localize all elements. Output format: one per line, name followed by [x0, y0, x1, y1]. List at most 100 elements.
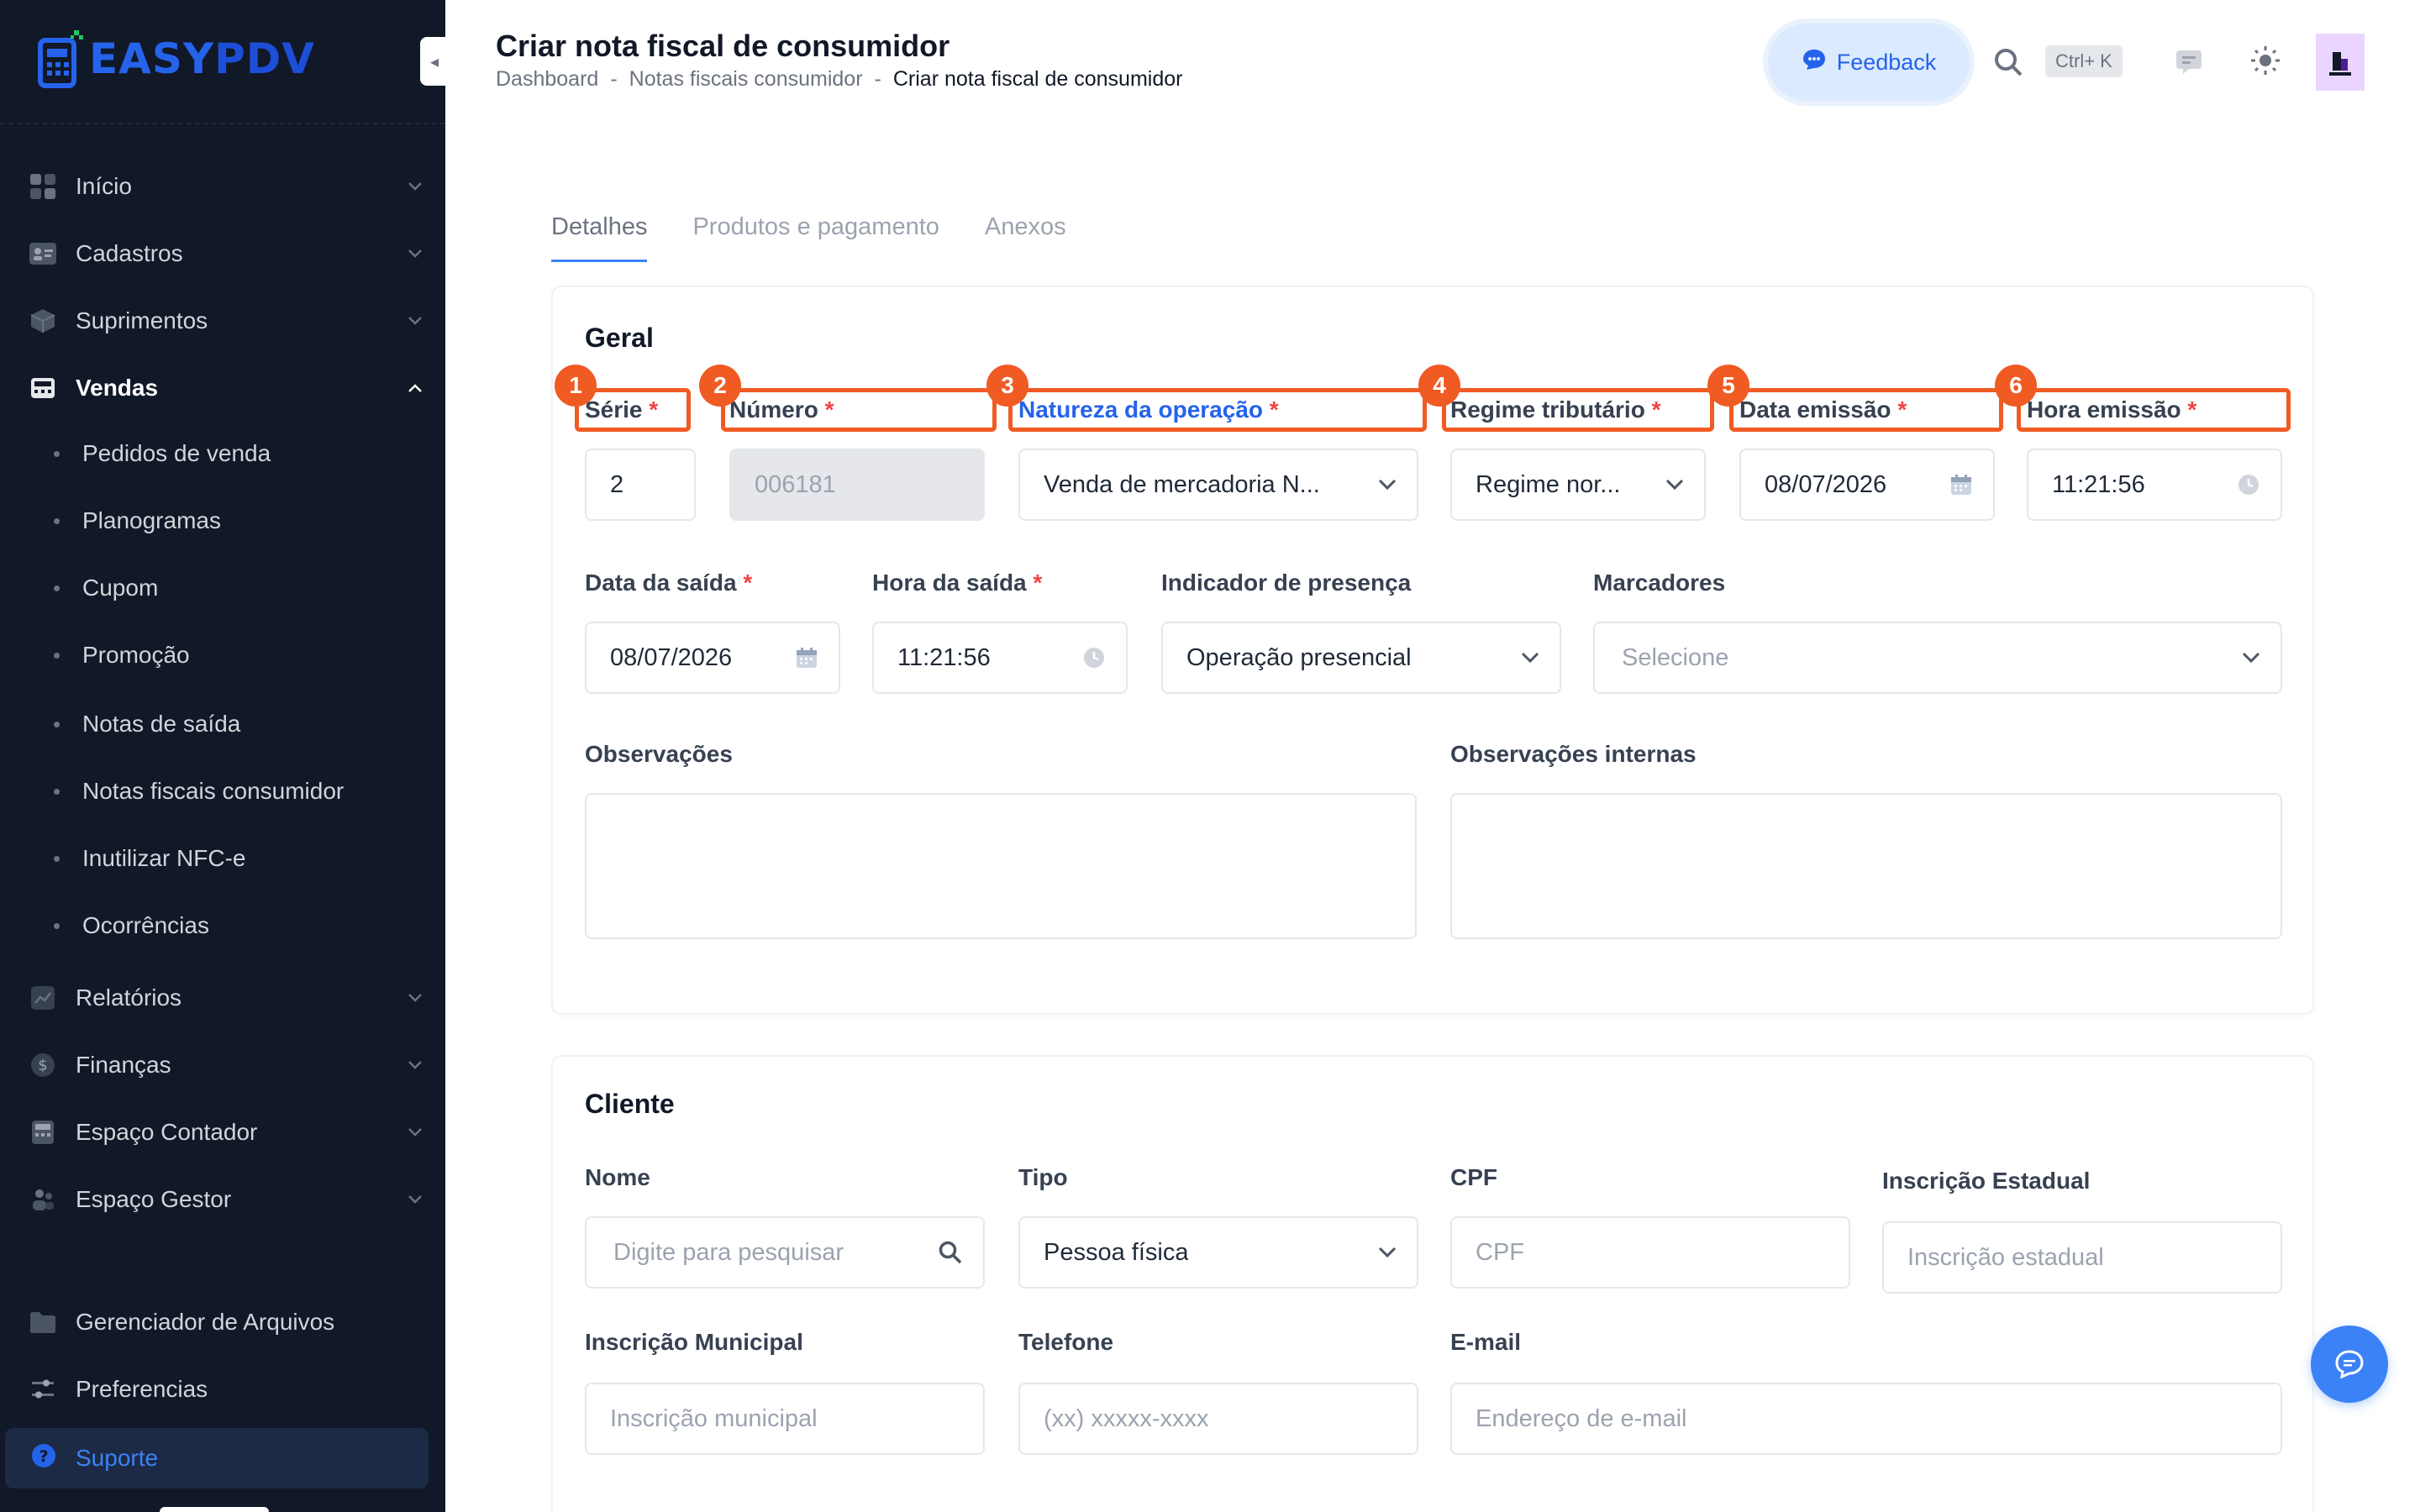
- sidebar-item-suporte[interactable]: ? Suporte: [5, 1428, 429, 1488]
- chevron-down-icon: [407, 1124, 424, 1141]
- breadcrumb: Dashboard - Notas fiscais consumidor - C…: [496, 67, 1182, 92]
- sidebar-item-label: Espaço Contador: [76, 1119, 258, 1145]
- cliente-section-title: Cliente: [585, 1089, 675, 1119]
- telefone-input[interactable]: (xx) xxxxx-xxxx: [1018, 1383, 1418, 1455]
- hora-saida-input[interactable]: 11:21:56: [872, 622, 1128, 694]
- sidebar-item-relatorios[interactable]: Relatórios: [0, 964, 445, 1032]
- sidebar-subitem-planogramas[interactable]: Planogramas: [0, 487, 445, 554]
- nome-label: Nome: [585, 1164, 650, 1190]
- chevron-down-icon: [407, 245, 424, 262]
- tipo-select[interactable]: Pessoa física: [1018, 1216, 1418, 1289]
- sidebar-subitem-inutilizar-nfce[interactable]: Inutilizar NFC-e: [0, 825, 445, 892]
- sidebar-item-espaco-gestor[interactable]: Espaço Gestor: [0, 1166, 445, 1233]
- sidebar-item-preferencias[interactable]: Preferencias: [0, 1356, 445, 1423]
- tab-produtos-e-pagamento[interactable]: Produtos e pagamento: [692, 213, 939, 262]
- chevron-down-icon: [407, 178, 424, 195]
- inscricao-estadual-label: Inscrição Estadual: [1882, 1168, 2091, 1194]
- annotation-box-5: [1729, 388, 2003, 432]
- serie-input[interactable]: 2: [585, 449, 696, 521]
- sidebar-item-label: Preferencias: [76, 1376, 208, 1402]
- hora-emissao-input[interactable]: 11:21:56: [2027, 449, 2282, 521]
- chevron-down-icon: [407, 312, 424, 329]
- sidebar-subitem-label: Planogramas: [82, 507, 221, 533]
- observacoes-label: Observações: [585, 741, 733, 767]
- bullet-dot: [54, 721, 60, 727]
- sidebar-item-cadastros[interactable]: Cadastros: [0, 220, 445, 287]
- breadcrumb-notas-fiscais[interactable]: Notas fiscais consumidor: [629, 67, 863, 92]
- sidebar-item-suprimentos[interactable]: Suprimentos: [0, 287, 445, 354]
- calendar-icon[interactable]: [795, 646, 818, 669]
- messages-icon[interactable]: [2175, 49, 2203, 78]
- indicador-presenca-label: Indicador de presença: [1161, 570, 1412, 596]
- observacoes-internas-textarea[interactable]: [1450, 793, 2282, 939]
- inscricao-municipal-input[interactable]: Inscrição municipal: [585, 1383, 985, 1455]
- sidebar-item-label: Relatórios: [76, 984, 182, 1011]
- sidebar-subitem-cupom[interactable]: Cupom: [0, 554, 445, 622]
- feedback-button[interactable]: Feedback: [1768, 24, 1970, 101]
- chevron-left-icon: ◂: [429, 52, 439, 71]
- natureza-operacao-select[interactable]: Venda de mercadoria N...: [1018, 449, 1418, 521]
- pos-terminal-logo-icon: [38, 30, 83, 88]
- chat-bubble-icon: [1802, 48, 1827, 77]
- sidebar-divider: [0, 123, 445, 124]
- geral-section-title: Geral: [585, 323, 654, 353]
- annotation-box-4: [1442, 388, 1714, 432]
- user-avatar[interactable]: [2316, 34, 2365, 91]
- sidebar-subitem-label: Cupom: [82, 575, 159, 601]
- scroll-indicator[interactable]: [160, 1507, 269, 1512]
- observacoes-textarea[interactable]: [585, 793, 1417, 939]
- sidebar-subitem-label: Ocorrências: [82, 912, 209, 938]
- sidebar-item-espaco-contador[interactable]: Espaço Contador: [0, 1099, 445, 1166]
- sidebar: EASYPDV Início Cadastros Suprimentos Ven…: [0, 0, 445, 1512]
- bullet-dot: [54, 450, 60, 457]
- search-shortcut-badge: Ctrl+ K: [2045, 45, 2123, 77]
- sidebar-subitem-pedidos-de-venda[interactable]: Pedidos de venda: [0, 420, 445, 487]
- clock-icon[interactable]: [1082, 646, 1106, 669]
- search-icon[interactable]: [938, 1240, 963, 1265]
- sidebar-subitem-promocao[interactable]: Promoção: [0, 622, 445, 689]
- theme-toggle-icon[interactable]: [2249, 44, 2282, 81]
- sidebar-item-label: Finanças: [76, 1052, 171, 1078]
- inscricao-municipal-label: Inscrição Municipal: [585, 1329, 803, 1355]
- clock-icon[interactable]: [2237, 473, 2260, 496]
- tab-detalhes[interactable]: Detalhes: [551, 213, 648, 262]
- nome-search-input[interactable]: Digite para pesquisar: [585, 1216, 985, 1289]
- chevron-down-icon: [1665, 479, 1684, 491]
- sidebar-subitem-label: Pedidos de venda: [82, 440, 271, 466]
- collapse-sidebar-button[interactable]: ◂: [420, 37, 449, 86]
- page-title: Criar nota fiscal de consumidor: [496, 29, 950, 63]
- annotation-box-6: [2017, 388, 2291, 432]
- form-tabs: Detalhes Produtos e pagamento Anexos: [551, 213, 1112, 262]
- sidebar-item-label: Suporte: [76, 1445, 159, 1471]
- id-card-icon: [29, 239, 57, 268]
- sidebar-subitem-ocorrencias[interactable]: Ocorrências: [0, 892, 445, 959]
- hora-saida-label: Hora da saída *: [872, 570, 1043, 596]
- chart-icon: [29, 984, 57, 1012]
- cpf-input[interactable]: CPF: [1450, 1216, 1850, 1289]
- email-input[interactable]: Endereço de e-mail: [1450, 1383, 2282, 1455]
- register-icon: [29, 374, 57, 402]
- sidebar-item-inicio[interactable]: Início: [0, 153, 445, 220]
- chat-floating-button[interactable]: [2311, 1326, 2388, 1403]
- brand-name: EASYPDV: [89, 34, 315, 83]
- breadcrumb-dashboard[interactable]: Dashboard: [496, 67, 598, 92]
- easypdv-logo[interactable]: EASYPDV: [37, 29, 315, 89]
- telefone-label: Telefone: [1018, 1329, 1114, 1355]
- sidebar-item-gerenciador-de-arquivos[interactable]: Gerenciador de Arquivos: [0, 1289, 445, 1356]
- sidebar-subitem-notas-fiscais-consumidor[interactable]: Notas fiscais consumidor: [0, 758, 445, 825]
- marcadores-select[interactable]: Selecione: [1593, 622, 2282, 694]
- inscricao-estadual-input[interactable]: Inscrição estadual: [1882, 1221, 2282, 1294]
- sidebar-item-vendas[interactable]: Vendas: [0, 354, 445, 422]
- bullet-dot: [54, 788, 60, 795]
- search-icon[interactable]: [1993, 47, 2023, 81]
- tab-anexos[interactable]: Anexos: [985, 213, 1066, 262]
- calendar-icon[interactable]: [1949, 473, 1973, 496]
- data-saida-input[interactable]: 08/07/2026: [585, 622, 840, 694]
- sidebar-subitem-label: Promoção: [82, 642, 190, 668]
- indicador-presenca-select[interactable]: Operação presencial: [1161, 622, 1561, 694]
- sidebar-subitem-notas-de-saida[interactable]: Notas de saída: [0, 690, 445, 758]
- regime-tributario-select[interactable]: Regime nor...: [1450, 449, 1706, 521]
- sidebar-item-financas[interactable]: $ Finanças: [0, 1032, 445, 1099]
- data-emissao-input[interactable]: 08/07/2026: [1739, 449, 1995, 521]
- sidebar-subitem-label: Notas fiscais consumidor: [82, 778, 345, 804]
